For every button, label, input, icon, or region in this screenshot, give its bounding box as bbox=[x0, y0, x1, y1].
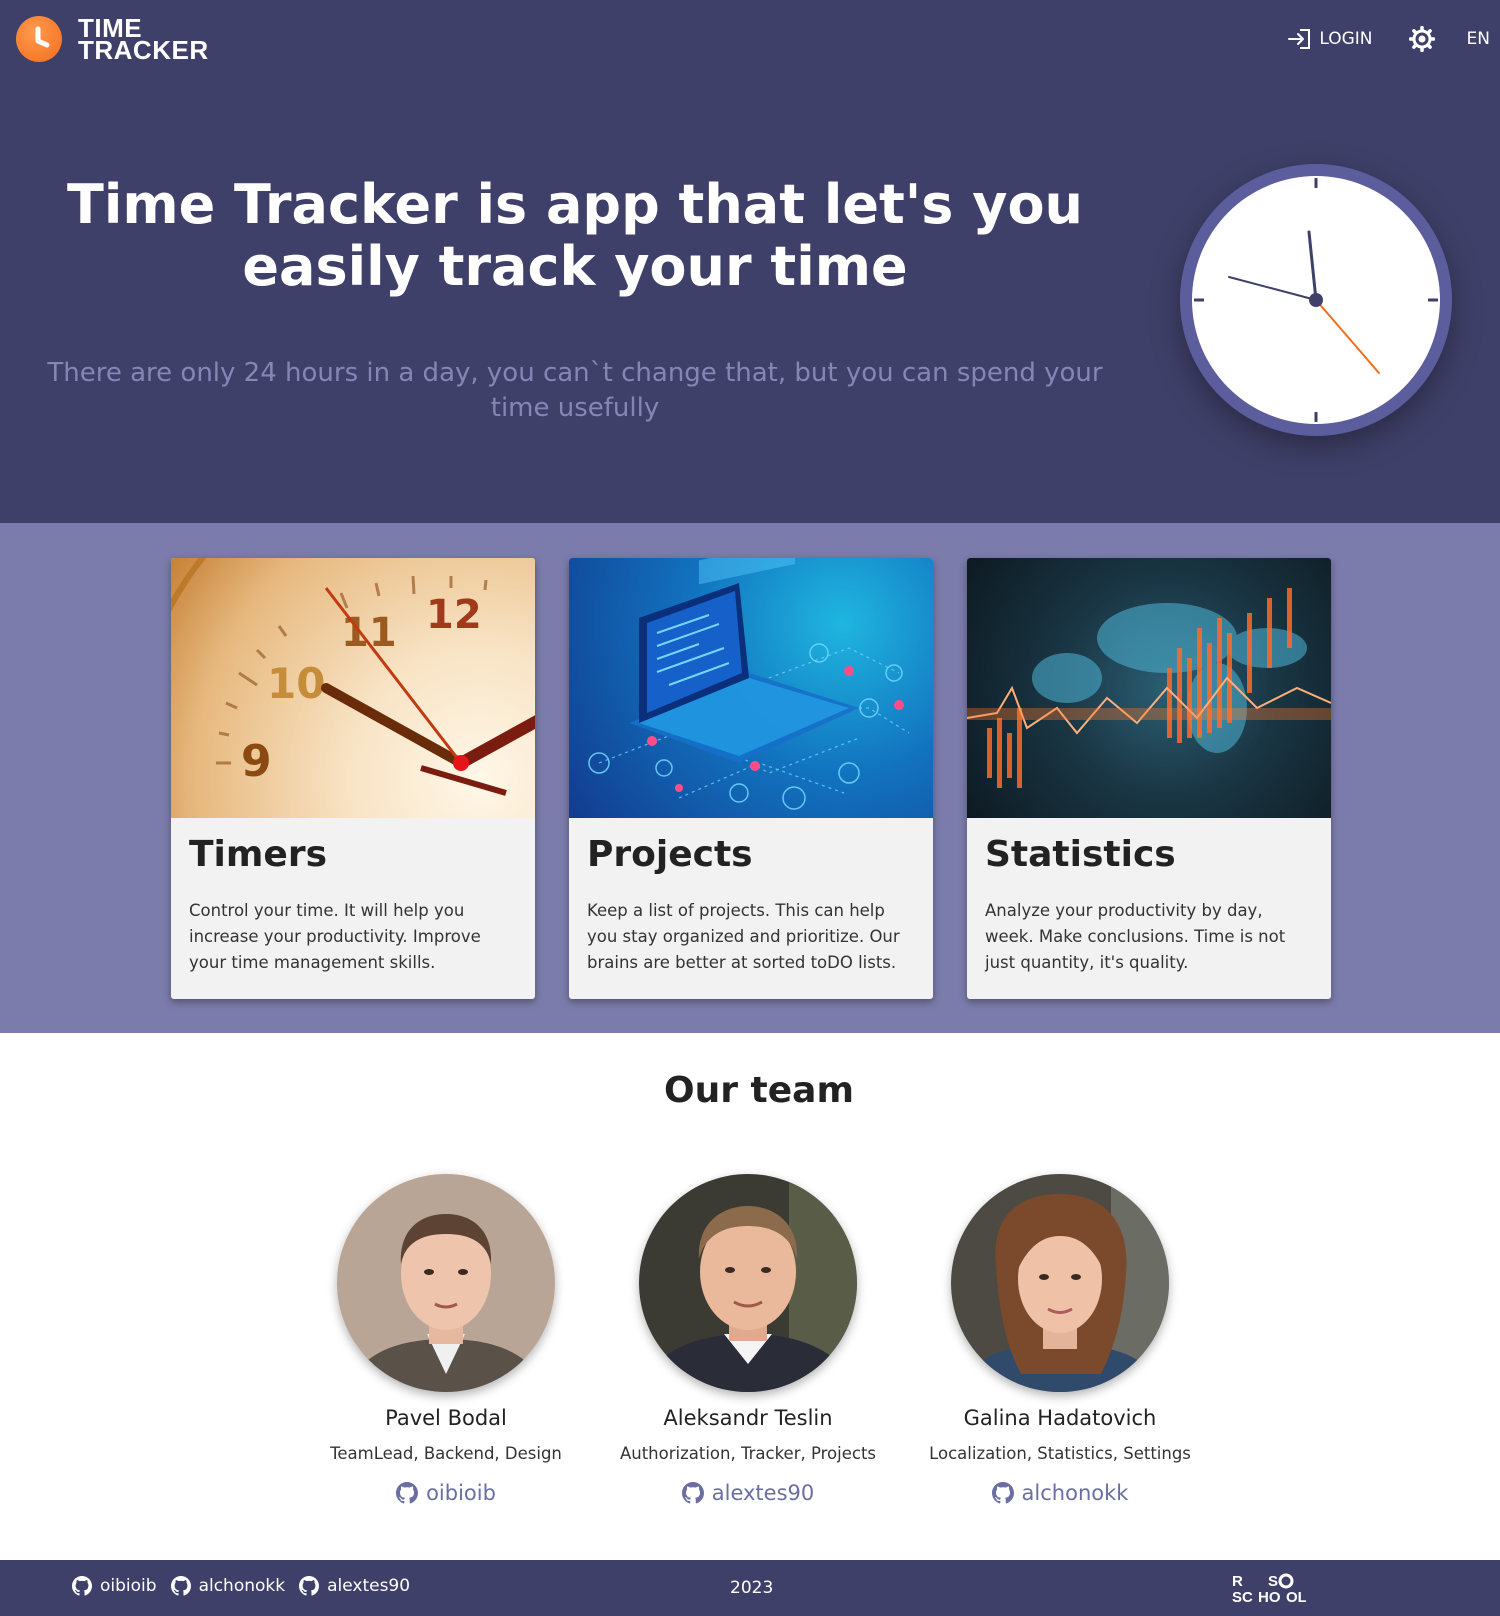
theme-toggle-button[interactable] bbox=[1407, 24, 1437, 54]
login-icon bbox=[1288, 29, 1311, 49]
team-member: Galina Hadatovich Localization, Statisti… bbox=[910, 1174, 1210, 1508]
top-nav: LOGIN EN bbox=[1287, 22, 1490, 56]
gear-icon bbox=[1408, 26, 1435, 52]
hero-subtitle: There are only 24 hours in a day, you ca… bbox=[47, 358, 1103, 423]
footer-github-link[interactable]: oibioib bbox=[72, 1576, 157, 1596]
app-logo[interactable]: TIME TRACKER bbox=[16, 15, 209, 65]
footer-link-label: oibioib bbox=[100, 1576, 157, 1596]
feature-description: Analyze your productivity by day, week. … bbox=[985, 901, 1286, 972]
member-github-link[interactable]: oibioib bbox=[396, 1481, 496, 1505]
member-name: Galina Hadatovich bbox=[963, 1406, 1157, 1430]
team-section-title: Our team bbox=[664, 1070, 854, 1111]
svg-text:OL: OL bbox=[1286, 1589, 1306, 1606]
svg-text:9: 9 bbox=[241, 736, 272, 787]
feature-description: Keep a list of projects. This can help y… bbox=[587, 901, 900, 972]
svg-text:10: 10 bbox=[267, 659, 325, 708]
svg-text:12: 12 bbox=[426, 592, 482, 638]
rs-school-logo[interactable]: R S SC HO OL bbox=[1230, 1570, 1307, 1606]
member-role: Localization, Statistics, Settings bbox=[929, 1444, 1191, 1463]
clock-logo-icon bbox=[16, 16, 62, 62]
features-section: 9 10 11 12 Timers Control your time. It … bbox=[0, 523, 1500, 1033]
github-icon bbox=[991, 1482, 1014, 1504]
member-role: Authorization, Tracker, Projects bbox=[619, 1444, 877, 1463]
member-avatar bbox=[951, 1174, 1169, 1392]
github-icon bbox=[396, 1482, 419, 1504]
github-icon bbox=[299, 1576, 320, 1596]
member-name: Aleksandr Teslin bbox=[663, 1406, 833, 1430]
timers-image: 9 10 11 12 bbox=[171, 558, 535, 818]
footer-link-label: alchonokk bbox=[198, 1576, 286, 1596]
svg-text:SC: SC bbox=[1232, 1589, 1253, 1606]
login-button[interactable]: LOGIN bbox=[1287, 27, 1373, 51]
language-selector[interactable]: EN bbox=[1467, 29, 1490, 49]
footer-github-link[interactable]: alextes90 bbox=[299, 1576, 410, 1596]
github-icon bbox=[681, 1482, 704, 1504]
feature-title: Statistics bbox=[985, 834, 1176, 875]
member-github-label: oibioib bbox=[426, 1481, 496, 1505]
feature-card-projects[interactable]: Projects Keep a list of projects. This c… bbox=[569, 558, 933, 999]
member-name: Pavel Bodal bbox=[385, 1406, 507, 1430]
svg-text:HO: HO bbox=[1258, 1589, 1281, 1606]
member-github-link[interactable]: alextes90 bbox=[681, 1481, 815, 1505]
feature-card-timers[interactable]: 9 10 11 12 Timers Control your time. It … bbox=[171, 558, 535, 999]
login-label: LOGIN bbox=[1319, 29, 1373, 49]
member-github-label: alchonokk bbox=[1021, 1481, 1129, 1505]
logo-line-2: TRACKER bbox=[78, 35, 209, 65]
member-avatar bbox=[639, 1174, 857, 1392]
footer-link-label: alextes90 bbox=[327, 1576, 411, 1596]
team-member: Aleksandr Teslin Authorization, Tracker,… bbox=[598, 1174, 898, 1508]
footer: oibioib alchonokk alextes90 2023 R S SC … bbox=[0, 1560, 1500, 1616]
hero-section: TIME TRACKER LOGIN EN Time Tracker is ap… bbox=[0, 0, 1500, 523]
footer-year: 2023 bbox=[730, 1578, 774, 1598]
member-role: TeamLead, Backend, Design bbox=[330, 1444, 562, 1463]
team-member: Pavel Bodal TeamLead, Backend, Design oi… bbox=[296, 1174, 596, 1508]
logo-text: TIME TRACKER bbox=[78, 15, 209, 65]
statistics-image bbox=[967, 558, 1331, 818]
member-avatar bbox=[337, 1174, 555, 1392]
svg-text:S: S bbox=[1268, 1573, 1278, 1590]
feature-description: Control your time. It will help you incr… bbox=[189, 901, 481, 972]
clock-face bbox=[1192, 176, 1440, 424]
member-github-label: alextes90 bbox=[711, 1481, 815, 1505]
github-icon bbox=[170, 1576, 191, 1596]
projects-image bbox=[569, 558, 933, 818]
hero-title: Time Tracker is app that let's you easil… bbox=[66, 173, 1083, 298]
github-icon bbox=[72, 1576, 92, 1596]
hero-clock-illustration bbox=[1180, 164, 1452, 436]
footer-github-links: oibioib alchonokk alextes90 bbox=[72, 1576, 424, 1596]
footer-github-link[interactable]: alchonokk bbox=[170, 1576, 286, 1596]
svg-text:R: R bbox=[1232, 1573, 1243, 1590]
feature-card-statistics[interactable]: Statistics Analyze your productivity by … bbox=[967, 558, 1331, 999]
feature-title: Timers bbox=[189, 834, 328, 875]
member-github-link[interactable]: alchonokk bbox=[991, 1481, 1129, 1505]
feature-title: Projects bbox=[587, 834, 753, 875]
